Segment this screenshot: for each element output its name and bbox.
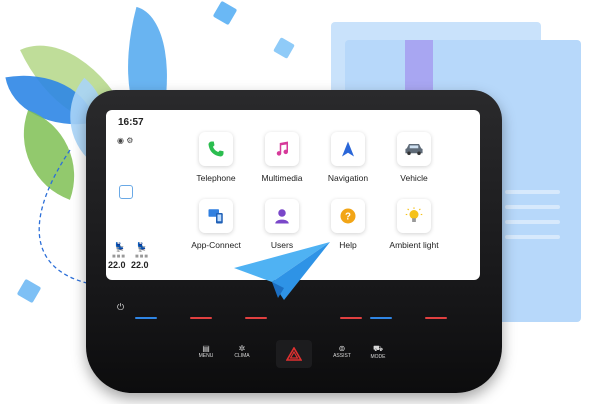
app-ambient-light[interactable]: Ambient light bbox=[374, 199, 454, 250]
seat-heating-left-icon[interactable]: 💺 bbox=[114, 242, 125, 253]
hazard-icon bbox=[286, 347, 302, 361]
menu-label: MENU bbox=[198, 353, 214, 359]
mode-button[interactable]: ⛟ MODE bbox=[356, 338, 400, 370]
clima-label: CLIMA bbox=[234, 353, 250, 359]
ambient-led bbox=[135, 317, 157, 319]
car-icon bbox=[405, 144, 423, 156]
app-label: Ambient light bbox=[389, 240, 439, 250]
hazard-button[interactable] bbox=[276, 340, 312, 368]
user-icon bbox=[275, 209, 289, 224]
app-vehicle[interactable]: Vehicle bbox=[374, 132, 454, 183]
paper-plane-icon bbox=[234, 242, 330, 300]
music-note-icon bbox=[276, 141, 288, 156]
temperature-right[interactable]: 22.0 bbox=[131, 260, 149, 270]
hardware-button-row: ▤ MENU ✲ CLIMA ⊚ ASSIST ⛟ MODE bbox=[150, 338, 470, 372]
power-icon[interactable]: ⏻ bbox=[117, 302, 124, 313]
mode-label: MODE bbox=[370, 354, 386, 360]
assist-label: ASSIST bbox=[333, 353, 351, 359]
temperature-left[interactable]: 22.0 bbox=[108, 260, 126, 270]
lightbulb-icon bbox=[405, 207, 423, 222]
ambient-led bbox=[370, 317, 392, 319]
ambient-led bbox=[190, 317, 212, 319]
navigation-arrow-icon bbox=[342, 141, 354, 157]
fan-icon: ✲ bbox=[238, 344, 246, 353]
app-label: Vehicle bbox=[400, 173, 428, 183]
ambient-led bbox=[245, 317, 267, 319]
ambient-led bbox=[340, 317, 362, 319]
help-icon: ? bbox=[340, 208, 356, 224]
app-connect-icon bbox=[208, 209, 223, 224]
status-icons: ◉ ⚙ bbox=[117, 136, 134, 145]
home-widget-button[interactable] bbox=[119, 185, 133, 199]
clima-button[interactable]: ✲ CLIMA bbox=[220, 338, 264, 370]
drive-mode-icon: ⛟ bbox=[372, 344, 384, 353]
ambient-led bbox=[425, 317, 447, 319]
phone-icon bbox=[208, 141, 224, 157]
clock: 16:57 bbox=[118, 117, 144, 128]
seat-heating-right-icon[interactable]: 💺 bbox=[136, 242, 147, 253]
svg-text:?: ? bbox=[345, 211, 351, 222]
